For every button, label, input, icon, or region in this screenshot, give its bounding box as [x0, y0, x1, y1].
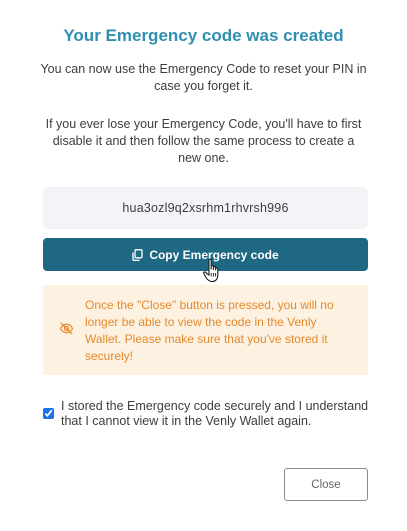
close-button[interactable]: Close [284, 468, 368, 501]
emergency-code-dialog: Your Emergency code was created You can … [0, 0, 407, 531]
warning-text: Once the "Close" button is pressed, you … [85, 298, 334, 363]
dialog-title: Your Emergency code was created [63, 26, 344, 45]
info-paragraph-lost: If you ever lose your Emergency Code, yo… [45, 117, 362, 165]
emergency-code-display: hua3ozl9q2xsrhm1rhvrsh996 [43, 187, 368, 229]
hand-pointer-cursor [202, 258, 224, 284]
copy-icon [132, 248, 143, 261]
warning-banner: Once the "Close" button is pressed, you … [43, 285, 368, 375]
confirm-stored-checkbox[interactable] [43, 408, 54, 419]
confirm-stored-label: I stored the Emergency code securely and… [61, 399, 369, 428]
emergency-code-value: hua3ozl9q2xsrhm1rhvrsh996 [122, 201, 289, 215]
eye-off-icon [59, 321, 74, 341]
info-paragraph-reset: You can now use the Emergency Code to re… [40, 62, 367, 93]
